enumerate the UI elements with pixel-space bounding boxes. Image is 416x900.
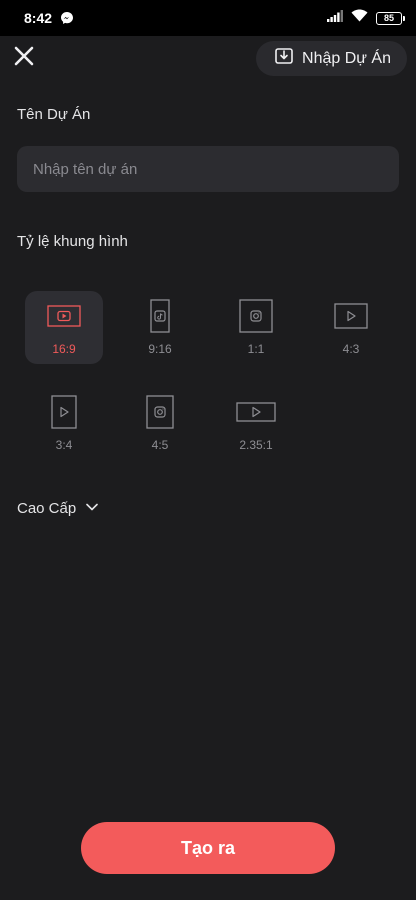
status-bar: 8:42 85 [0, 0, 416, 36]
import-project-label: Nhập Dự Án [302, 49, 391, 67]
close-icon [13, 45, 35, 72]
battery-icon: 85 [376, 11, 405, 25]
ratio-label: 4:5 [151, 438, 169, 452]
instagram-icon [217, 291, 295, 341]
ratio-option-16-9[interactable]: 16:9 [25, 291, 103, 364]
aspect-ratio-label: Tỷ lệ khung hình [17, 233, 128, 250]
instagram-icon [121, 387, 199, 437]
chevron-down-icon [85, 499, 99, 517]
ratio-option-4-5[interactable]: 4:5 [121, 387, 199, 460]
create-button-label: Tạo ra [180, 837, 236, 858]
project-name-label: Tên Dự Án [17, 106, 91, 123]
play-icon [312, 291, 390, 341]
battery-level: 85 [383, 12, 394, 23]
ratio-option-4-3[interactable]: 4:3 [312, 291, 390, 364]
import-icon [274, 46, 294, 71]
project-name-input[interactable] [17, 146, 399, 192]
play-icon [25, 387, 103, 437]
ratio-label: 1:1 [247, 342, 265, 356]
status-time: 8:42 [24, 10, 53, 26]
play-icon [217, 387, 295, 437]
wifi-icon [351, 9, 368, 27]
messenger-icon [60, 11, 74, 25]
youtube-icon [25, 291, 103, 341]
ratio-option-9-16[interactable]: 9:16 [121, 291, 199, 364]
signal-icon [327, 9, 343, 27]
ratio-option-3-4[interactable]: 3:4 [25, 387, 103, 460]
create-button[interactable]: Tạo ra [81, 822, 335, 874]
ratio-label: 9:16 [148, 342, 172, 356]
ratio-option-2-35-1[interactable]: 2.35:1 [217, 387, 295, 460]
ratio-label: 3:4 [55, 438, 73, 452]
advanced-label: Cao Cấp [17, 499, 77, 517]
ratio-option-1-1[interactable]: 1:1 [217, 291, 295, 364]
import-project-button[interactable]: Nhập Dự Án [256, 41, 407, 76]
tiktok-icon [121, 291, 199, 341]
ratio-label: 16:9 [52, 342, 76, 356]
ratio-label: 4:3 [342, 342, 360, 356]
advanced-toggle[interactable]: Cao Cấp [17, 499, 99, 517]
ratio-label: 2.35:1 [239, 438, 273, 452]
close-button[interactable] [10, 44, 38, 72]
